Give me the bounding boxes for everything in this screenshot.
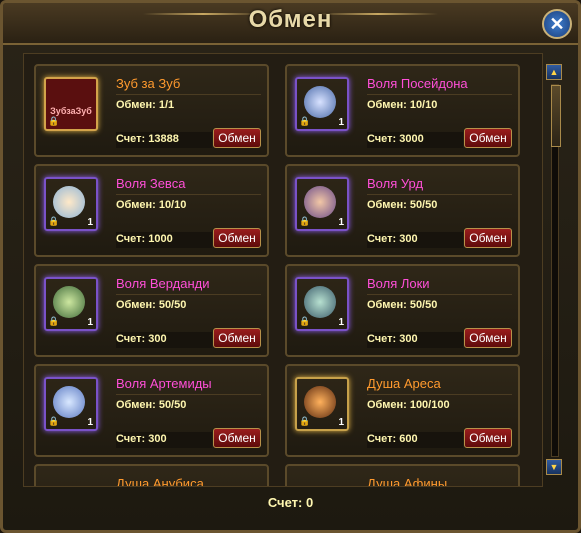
quantity: 1 (338, 317, 344, 328)
exchange-card-2: 🔒 1 Воля Посейдона Обмен: 10/10 Счет: 30… (285, 64, 520, 157)
exchange-count: Обмен: 50/50 (367, 299, 438, 311)
exchange-card-1: ЗубзаЗуб 🔒 Зуб за Зуб Обмен: 1/1 Счет: 1… (34, 64, 269, 157)
title-bar: Обмен ✕ (3, 3, 578, 45)
exchange-count: Обмен: 50/50 (116, 399, 187, 411)
exchange-count: Обмен: 50/50 (367, 199, 438, 211)
scrollbar[interactable]: ▲ ▼ (546, 64, 562, 475)
item-name: Воля Верданди (116, 276, 210, 291)
item-name: Душа Ареса (367, 376, 441, 391)
item-name: Воля Зевса (116, 176, 186, 191)
lock-icon: 🔒 (48, 416, 60, 426)
exchange-button[interactable]: Обмен (213, 428, 261, 448)
exchange-card-7: 🔒 1 Воля Артемиды Обмен: 50/50 Счет: 300… (34, 364, 269, 457)
urd-icon: 🔒 1 (295, 177, 349, 231)
exchange-button[interactable]: Обмен (464, 228, 512, 248)
score-value: Счет: 3000 (367, 133, 424, 145)
score-value: Счет: 13888 (116, 133, 179, 145)
exchange-card-5: 🔒 1 Воля Верданди Обмен: 50/50 Счет: 300… (34, 264, 269, 357)
total-score: Счет: 0 (267, 495, 314, 510)
close-icon[interactable]: ✕ (542, 9, 572, 39)
exchange-button[interactable]: Обмен (213, 228, 261, 248)
loki-icon: 🔒 1 (295, 277, 349, 331)
portrait-icon (304, 286, 336, 318)
arrow-up-icon[interactable]: ▲ (546, 64, 562, 80)
quantity: 1 (87, 317, 93, 328)
exchange-window: Обмен ✕ ЗубзаЗуб 🔒 Зуб за Зуб Обмен: 1/1… (0, 0, 581, 533)
exchange-button[interactable]: Обмен (213, 328, 261, 348)
divider (367, 394, 512, 395)
arrow-down-icon[interactable]: ▼ (546, 459, 562, 475)
exchange-count: Обмен: 1/1 (116, 99, 175, 111)
exchange-card-3: 🔒 1 Воля Зевса Обмен: 10/10 Счет: 1000 О… (34, 164, 269, 257)
lock-icon: 🔒 (299, 116, 311, 126)
exchange-count: Обмен: 10/10 (116, 199, 187, 211)
exchange-card-4: 🔒 1 Воля Урд Обмен: 50/50 Счет: 300 Обме… (285, 164, 520, 257)
window-title: Обмен (248, 6, 333, 33)
item-name: Воля Урд (367, 176, 424, 191)
item-name: Зуб за Зуб (116, 76, 181, 91)
score-value: Счет: 1000 (116, 233, 173, 245)
score-value: Счет: 300 (367, 333, 418, 345)
divider (367, 194, 512, 195)
exchange-card-6: 🔒 1 Воля Локи Обмен: 50/50 Счет: 300 Обм… (285, 264, 520, 357)
exchange-count: Обмен: 100/100 (367, 399, 450, 411)
portrait-icon (304, 86, 336, 118)
portrait-icon (304, 386, 336, 418)
exchange-button[interactable]: Обмен (464, 328, 512, 348)
lock-icon: 🔒 (48, 116, 60, 126)
exchange-list: ЗубзаЗуб 🔒 Зуб за Зуб Обмен: 1/1 Счет: 1… (23, 53, 543, 487)
lock-icon: 🔒 (48, 216, 60, 226)
score-value: Счет: 300 (116, 333, 167, 345)
portrait-icon (53, 186, 85, 218)
verdandi-icon: 🔒 1 (44, 277, 98, 331)
lock-icon: 🔒 (299, 416, 311, 426)
scroll-thumb[interactable] (551, 85, 561, 147)
portrait-icon (53, 286, 85, 318)
score-value: Счет: 600 (367, 433, 418, 445)
item-name: Воля Локи (367, 276, 430, 291)
score-value: Счет: 300 (116, 433, 167, 445)
item-name: Душа Афины (367, 476, 448, 487)
poseidon-icon: 🔒 1 (295, 77, 349, 131)
exchange-button[interactable]: Обмен (464, 428, 512, 448)
divider (116, 94, 261, 95)
exchange-button[interactable]: Обмен (213, 128, 261, 148)
exchange-card-9: Душа Анубиса (34, 464, 269, 487)
divider (367, 94, 512, 95)
zeus-icon: 🔒 1 (44, 177, 98, 231)
divider (116, 294, 261, 295)
tooth-for-tooth-icon: ЗубзаЗуб 🔒 (44, 77, 98, 131)
divider (116, 394, 261, 395)
quantity: 1 (87, 417, 93, 428)
portrait-icon (53, 386, 85, 418)
quantity: 1 (87, 217, 93, 228)
score-value: Счет: 300 (367, 233, 418, 245)
divider (116, 194, 261, 195)
exchange-card-10: Душа Афины (285, 464, 520, 487)
lock-icon: 🔒 (299, 216, 311, 226)
item-name: Воля Артемиды (116, 376, 212, 391)
exchange-button[interactable]: Обмен (464, 128, 512, 148)
quantity: 1 (338, 117, 344, 128)
lock-icon: 🔒 (299, 316, 311, 326)
divider (367, 294, 512, 295)
lock-icon: 🔒 (48, 316, 60, 326)
quantity: 1 (338, 217, 344, 228)
item-name: Воля Посейдона (367, 76, 468, 91)
exchange-card-8: 🔒 1 Душа Ареса Обмен: 100/100 Счет: 600 … (285, 364, 520, 457)
artemis-icon: 🔒 1 (44, 377, 98, 431)
exchange-count: Обмен: 50/50 (116, 299, 187, 311)
portrait-icon (304, 186, 336, 218)
ares-soul-icon: 🔒 1 (295, 377, 349, 431)
icon-label: ЗубзаЗуб (50, 106, 92, 116)
item-name: Душа Анубиса (116, 476, 204, 487)
scroll-track[interactable] (551, 84, 561, 457)
exchange-count: Обмен: 10/10 (367, 99, 438, 111)
quantity: 1 (338, 417, 344, 428)
